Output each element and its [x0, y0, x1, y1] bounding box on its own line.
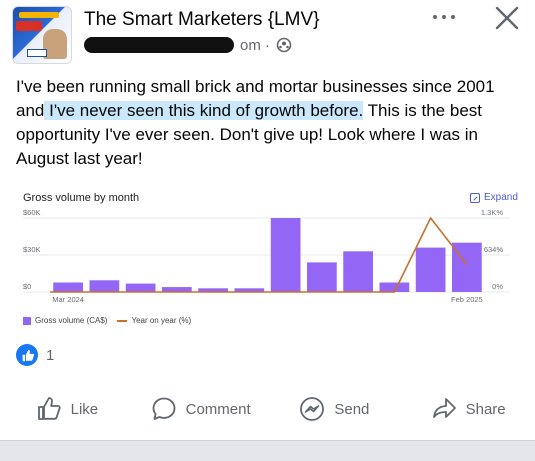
legend-item-line: Year on year (%)	[117, 316, 191, 325]
meta-suffix: om ·	[240, 36, 270, 54]
chart-bar	[307, 262, 337, 292]
like-button[interactable]: Like	[0, 390, 134, 428]
y-right-tick-label: 0%	[492, 282, 503, 291]
x-tick-label: Mar 2024	[52, 295, 84, 304]
post-header: The Smart Marketers {LMV} om ·	[0, 0, 535, 66]
comment-button[interactable]: Comment	[134, 390, 268, 428]
page-name[interactable]: The Smart Marketers {LMV}	[84, 9, 319, 31]
more-options-icon[interactable]	[429, 10, 459, 24]
y-left-tick-label: $0	[23, 282, 31, 291]
post-text-highlight: I've never seen this kind of growth befo…	[44, 101, 364, 120]
y-right-tick-label: 1.3K%	[481, 208, 503, 217]
chart-bar	[53, 282, 83, 292]
y-right-tick-label: 634%	[484, 245, 504, 254]
reaction-count: 1	[46, 346, 55, 364]
chart-card: Gross volume by month Expand $60K 1.3K% $3…	[0, 182, 535, 336]
close-icon[interactable]	[494, 5, 520, 31]
comment-icon	[152, 397, 176, 420]
post-meta: om ·	[84, 36, 292, 54]
share-label: Share	[465, 400, 506, 418]
legend-label-line: Year on year (%)	[131, 316, 192, 325]
legend-item-bars: Gross volume (CA$)	[23, 316, 107, 325]
x-tick-label: Feb 2025	[451, 295, 483, 304]
chart-bar	[415, 247, 446, 292]
redacted-author	[84, 37, 234, 53]
legend-label-bars: Gross volume (CA$)	[35, 316, 108, 325]
comment-label: Comment	[185, 400, 251, 418]
share-button[interactable]: Share	[401, 390, 535, 428]
chart-bar	[343, 251, 373, 292]
chart-bar	[89, 280, 120, 292]
page-avatar[interactable]	[12, 6, 72, 64]
post-actions: Like Comment Send Share	[0, 390, 535, 428]
like-icon	[37, 397, 61, 420]
messenger-icon	[300, 397, 325, 421]
y-left-tick-label: $30K	[23, 245, 41, 254]
bottom-divider	[0, 440, 535, 461]
reactions-summary[interactable]: 1	[16, 344, 54, 366]
chart-bar	[125, 283, 156, 292]
audience-icon	[276, 37, 292, 53]
send-label: Send	[334, 400, 370, 418]
legend-swatch-bars	[23, 316, 31, 325]
chart-bar	[270, 218, 301, 292]
post-body: I've been running small brick and mortar…	[16, 75, 526, 171]
like-label: Like	[70, 400, 99, 418]
thumbs-up-icon	[16, 344, 38, 366]
y-left-tick-label: $60K	[23, 208, 41, 217]
share-icon	[432, 398, 456, 418]
gross-volume-chart: $60K 1.3K% $30K 634% $0 0% Mar 2024 Feb 2025	[23, 208, 510, 304]
legend-swatch-line	[117, 319, 128, 322]
send-button[interactable]: Send	[268, 390, 402, 428]
chart-legend: Gross volume (CA$) Year on year (%)	[23, 316, 191, 325]
